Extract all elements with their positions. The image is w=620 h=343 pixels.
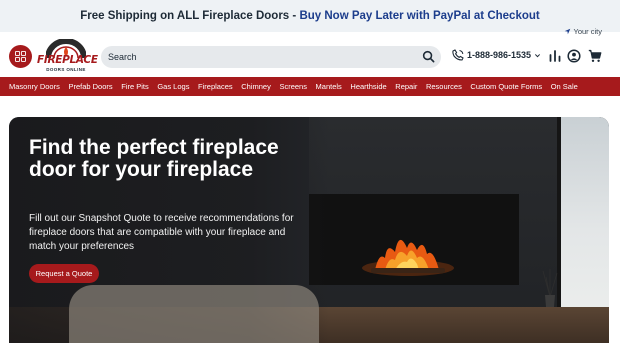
search-icon[interactable]: [422, 50, 435, 63]
promo-separator: -: [289, 10, 300, 22]
nav-item-fire-pits[interactable]: Fire Pits: [121, 82, 157, 91]
promo-shipping: Free Shipping on ALL Fireplace Doors: [80, 10, 290, 22]
fire-flames-image: [362, 239, 454, 276]
hero-banner: Find the perfect fireplace door for your…: [9, 117, 609, 343]
menu-grid-icon: [15, 51, 26, 62]
location-arrow-icon: [564, 28, 570, 35]
location-label: Your city: [573, 27, 603, 36]
hero-armchair: [69, 285, 319, 343]
nav-item-repair[interactable]: Repair: [395, 82, 426, 91]
logo-subtitle: DOORS ONLINE: [46, 67, 86, 72]
vase-with-branches-image: [542, 269, 558, 307]
nav-item-fireplaces[interactable]: Fireplaces: [198, 82, 241, 91]
phone-link[interactable]: 1-888-986-1535: [452, 49, 541, 61]
nav-item-on-sale[interactable]: On Sale: [551, 82, 587, 91]
menu-button[interactable]: [9, 45, 32, 68]
nav-item-mantels[interactable]: Mantels: [316, 82, 351, 91]
logo-word: FIREPLACE: [37, 54, 98, 66]
promo-paypal[interactable]: Buy Now Pay Later with PayPal at Checkou…: [299, 10, 539, 22]
site-logo[interactable]: FIREPLACE DOORS ONLINE: [37, 39, 98, 75]
nav-item-resources[interactable]: Resources: [426, 82, 470, 91]
main-nav: Masonry Doors Prefab Doors Fire Pits Gas…: [0, 77, 620, 96]
chevron-down-icon: [535, 53, 541, 57]
nav-item-screens[interactable]: Screens: [279, 82, 315, 91]
nav-item-hearthside[interactable]: Hearthside: [350, 82, 395, 91]
hero-title: Find the perfect fireplace door for your…: [29, 136, 279, 181]
promo-bar: Free Shipping on ALL Fireplace Doors - B…: [0, 0, 620, 32]
hero-description: Fill out our Snapshot Quote to receive r…: [29, 213, 294, 252]
location-selector[interactable]: Your city: [564, 27, 603, 36]
nav-item-gas-logs[interactable]: Gas Logs: [157, 82, 198, 91]
phone-number: 1-888-986-1535: [467, 50, 532, 60]
phone-icon: [452, 49, 464, 61]
request-quote-button[interactable]: Request a Quote: [29, 264, 99, 283]
nav-item-prefab-doors[interactable]: Prefab Doors: [68, 82, 121, 91]
search-input[interactable]: [108, 49, 408, 65]
search-bar[interactable]: [101, 46, 441, 68]
cart-icon[interactable]: [588, 49, 602, 63]
nav-item-masonry-doors[interactable]: Masonry Doors: [9, 82, 68, 91]
user-icon[interactable]: [567, 49, 581, 63]
compare-icon[interactable]: [548, 49, 562, 63]
nav-item-chimney[interactable]: Chimney: [241, 82, 279, 91]
nav-item-custom-quote-forms[interactable]: Custom Quote Forms: [470, 82, 550, 91]
